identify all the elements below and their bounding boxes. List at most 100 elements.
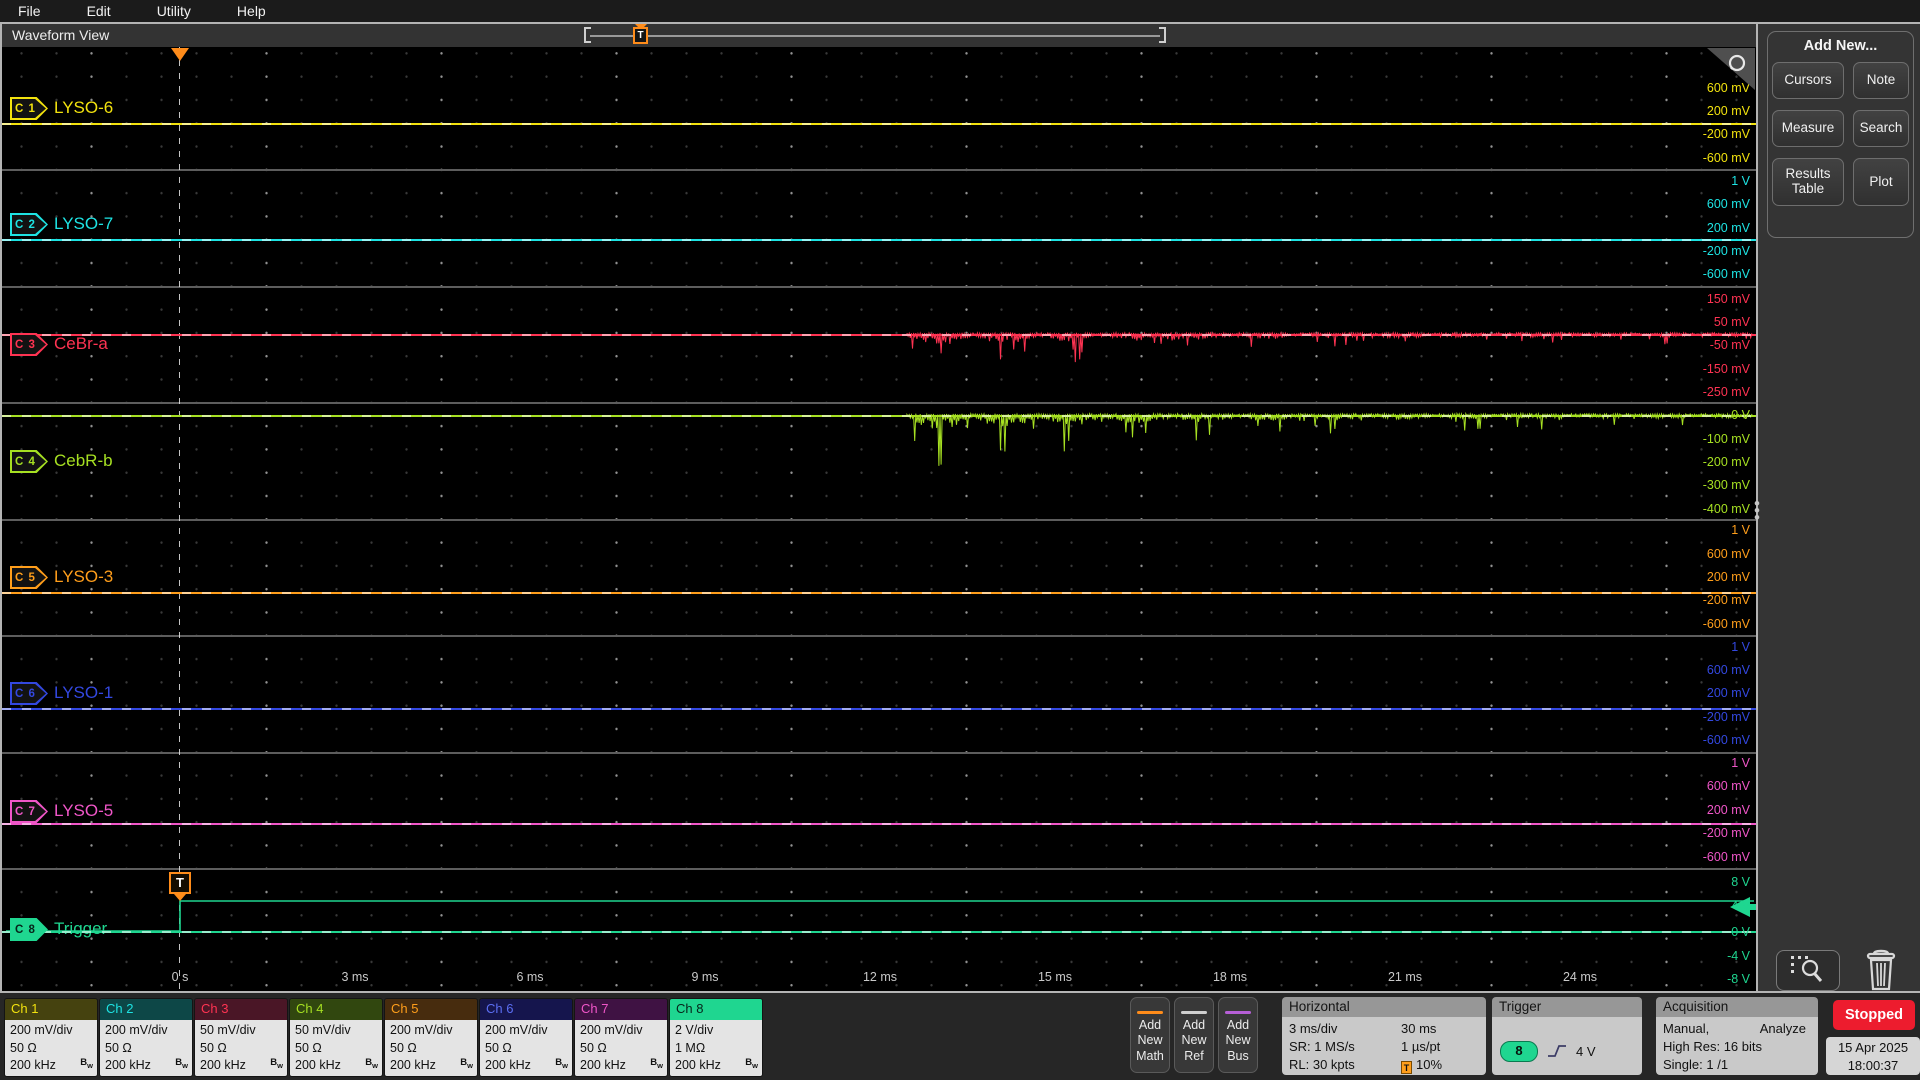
add-new-math-button[interactable]: Add New Math bbox=[1130, 997, 1170, 1073]
scale-label: -50 mV bbox=[1709, 338, 1750, 352]
acquisition-single: Single: 1 /1 bbox=[1663, 1057, 1729, 1072]
datetime-display: 15 Apr 2025 18:00:37 bbox=[1826, 1037, 1920, 1075]
scale-label: 600 mV bbox=[1706, 81, 1750, 95]
trigger-panel[interactable]: Trigger 8 4 V bbox=[1492, 997, 1642, 1075]
channel-tag-c4[interactable]: C 4 bbox=[10, 450, 48, 473]
time-axis-label: 21 ms bbox=[1387, 970, 1423, 984]
time-axis-label: 18 ms bbox=[1212, 970, 1248, 984]
trace-cebr-b bbox=[906, 411, 1754, 466]
add-new-results-table-button[interactable]: Results Table bbox=[1772, 158, 1844, 206]
channel-label-cebr-b[interactable]: CebR-b bbox=[54, 451, 113, 471]
scale-label: -200 mV bbox=[1702, 826, 1750, 840]
channel-badge-settings: 200 mV/div 50 Ω 200 kHz Bw bbox=[385, 1020, 477, 1076]
channel-badge-4[interactable]: Ch 4 50 mV/div 50 Ω 200 kHz Bw bbox=[289, 998, 383, 1077]
zoom-select-button[interactable] bbox=[1776, 950, 1840, 991]
scale-label: 600 mV bbox=[1706, 663, 1750, 677]
accent-line bbox=[1181, 1010, 1207, 1014]
acquisition-body: Manual, Analyze High Res: 16 bits Single… bbox=[1656, 1017, 1818, 1075]
channel-separator bbox=[2, 169, 1756, 171]
channel-badge-header: Ch 8 bbox=[670, 999, 762, 1020]
horizontal-panel[interactable]: Horizontal 3 ms/div 30 ms SR: 1 MS/s 1 µs/p… bbox=[1282, 997, 1486, 1075]
scale-label: -600 mV bbox=[1702, 267, 1750, 281]
trigger-point-badge[interactable]: T bbox=[169, 872, 191, 894]
run-stop-status-button[interactable]: Stopped bbox=[1833, 1000, 1915, 1030]
horizontal-value-left: SR: 1 MS/s bbox=[1289, 1039, 1355, 1054]
accent-line bbox=[1225, 1010, 1251, 1014]
panel-drag-handle[interactable]: • • • bbox=[1754, 495, 1760, 526]
acquisition-resolution: High Res: 16 bits bbox=[1663, 1039, 1762, 1054]
acquisition-mode: Manual, bbox=[1663, 1021, 1710, 1036]
channel-label-lyso-7[interactable]: LYSO-7 bbox=[54, 214, 113, 234]
horizontal-position-minimap[interactable]: T bbox=[584, 24, 1166, 46]
channel-tag-c2[interactable]: C 2 bbox=[10, 213, 48, 236]
channel-badge-8[interactable]: Ch 82 V/div 1 MΩ 200 kHz Bw bbox=[669, 998, 763, 1077]
add-new-search-button[interactable]: Search bbox=[1853, 110, 1909, 147]
channel-tag-c1[interactable]: C 1 bbox=[10, 97, 48, 120]
bandwidth-icon: Bw bbox=[175, 1056, 188, 1070]
menu-item-file[interactable]: File bbox=[18, 3, 41, 19]
add-new-ref-button[interactable]: Add New Ref bbox=[1174, 997, 1214, 1073]
channel-badge-2[interactable]: Ch 2 200 mV/div 50 Ω 200 kHz Bw bbox=[99, 998, 193, 1077]
add-new-cursors-button[interactable]: Cursors bbox=[1772, 62, 1844, 99]
channel-badge-5[interactable]: Ch 5 200 mV/div 50 Ω 200 kHz Bw bbox=[384, 998, 478, 1077]
scale-label: -400 mV bbox=[1702, 502, 1750, 516]
channel-baseline-dashes bbox=[2, 931, 1756, 933]
bandwidth-icon: Bw bbox=[460, 1056, 473, 1070]
channel-label-lyso-1[interactable]: LYSO-1 bbox=[54, 683, 113, 703]
channel-badge-6[interactable]: Ch 6 200 mV/div 50 Ω 200 kHz Bw bbox=[479, 998, 573, 1077]
channel-badge-settings: 2 V/div 1 MΩ 200 kHz Bw bbox=[670, 1020, 762, 1076]
add-new-measure-button[interactable]: Measure bbox=[1772, 110, 1844, 147]
channel-separator bbox=[2, 285, 1756, 288]
channel-separator bbox=[2, 518, 1756, 521]
bandwidth-icon: Bw bbox=[745, 1056, 758, 1070]
trigger-position-line[interactable] bbox=[179, 47, 180, 991]
channel-tag-c3[interactable]: C 3 bbox=[10, 333, 48, 356]
channel-label-lyso-3[interactable]: LYSO-3 bbox=[54, 567, 113, 587]
channel-badge-3[interactable]: Ch 3 50 mV/div 50 Ω 200 kHz Bw bbox=[194, 998, 288, 1077]
add-new-note-button[interactable]: Note bbox=[1853, 62, 1909, 99]
channel-badge-header: Ch 4 bbox=[290, 999, 382, 1020]
menu-item-help[interactable]: Help bbox=[237, 3, 266, 19]
add-new-plot-button[interactable]: Plot bbox=[1853, 158, 1909, 206]
channel-tag-c8[interactable]: C 8 bbox=[10, 918, 48, 941]
scale-label: 600 mV bbox=[1706, 547, 1750, 561]
channel-tag-c7[interactable]: C 7 bbox=[10, 800, 48, 823]
channel-badge-7[interactable]: Ch 7 200 mV/div 50 Ω 200 kHz Bw bbox=[574, 998, 668, 1077]
channel-badge-1[interactable]: Ch 1 200 mV/div 50 Ω 200 kHz Bw bbox=[4, 998, 98, 1077]
scale-label: -100 mV bbox=[1702, 432, 1750, 446]
add-btn-line: New bbox=[1137, 1033, 1163, 1048]
add-new-bus-button[interactable]: Add New Bus bbox=[1218, 997, 1258, 1073]
channel-tag-c6[interactable]: C 6 bbox=[10, 682, 48, 705]
menu-item-utility[interactable]: Utility bbox=[157, 3, 191, 19]
channel-separator bbox=[2, 635, 1756, 637]
channel-label-cebr-a[interactable]: CeBr-a bbox=[54, 334, 108, 354]
waveform-grid[interactable]: C 1 LYSO-6 600 mV 200 mV -200 mV -600 mV C 2 LY… bbox=[2, 47, 1756, 991]
scale-label: -200 mV bbox=[1702, 455, 1750, 469]
trash-icon[interactable] bbox=[1862, 948, 1900, 993]
channel-badge-header: Ch 2 bbox=[100, 999, 192, 1020]
channel-badge-settings: 200 mV/div 50 Ω 200 kHz Bw bbox=[480, 1020, 572, 1076]
oscilloscope-app: File Edit Utility Help Waveform View T C 1 L… bbox=[0, 0, 1920, 1080]
channel-tag-c5[interactable]: C 5 bbox=[10, 566, 48, 589]
minimap-trigger-marker[interactable]: T bbox=[633, 27, 648, 44]
channel-separator bbox=[2, 402, 1756, 404]
channel-tag-text: C 7 bbox=[12, 802, 46, 821]
acquisition-panel[interactable]: Acquisition Manual, Analyze High Res: 16… bbox=[1656, 997, 1818, 1075]
channel-setting: 50 mV/div bbox=[200, 1023, 256, 1037]
time-axis-label: 24 ms bbox=[1562, 970, 1598, 984]
minimap-left-bracket bbox=[584, 27, 591, 43]
time-axis-label: 9 ms bbox=[691, 970, 719, 984]
channel-baseline-dashes bbox=[2, 823, 1756, 825]
channel-setting: 200 mV/div bbox=[10, 1023, 73, 1037]
scale-label: 1 V bbox=[1731, 756, 1750, 770]
channel-label-trigger[interactable]: Trigger bbox=[54, 919, 107, 939]
channel-setting: 200 mV/div bbox=[105, 1023, 168, 1037]
channel-baseline-dashes bbox=[2, 592, 1756, 594]
channel-label-lyso-5[interactable]: LYSO-5 bbox=[54, 801, 113, 821]
menu-item-edit[interactable]: Edit bbox=[87, 3, 111, 19]
channel-label-lyso-6[interactable]: LYSO-6 bbox=[54, 98, 113, 118]
trigger-position-marker-icon[interactable] bbox=[171, 48, 189, 61]
bottom-bar: Horizontal 3 ms/div 30 ms SR: 1 MS/s 1 µs/p… bbox=[0, 993, 1920, 1080]
trigger-point-badge-tip bbox=[174, 894, 186, 901]
scale-label: 200 mV bbox=[1706, 104, 1750, 118]
